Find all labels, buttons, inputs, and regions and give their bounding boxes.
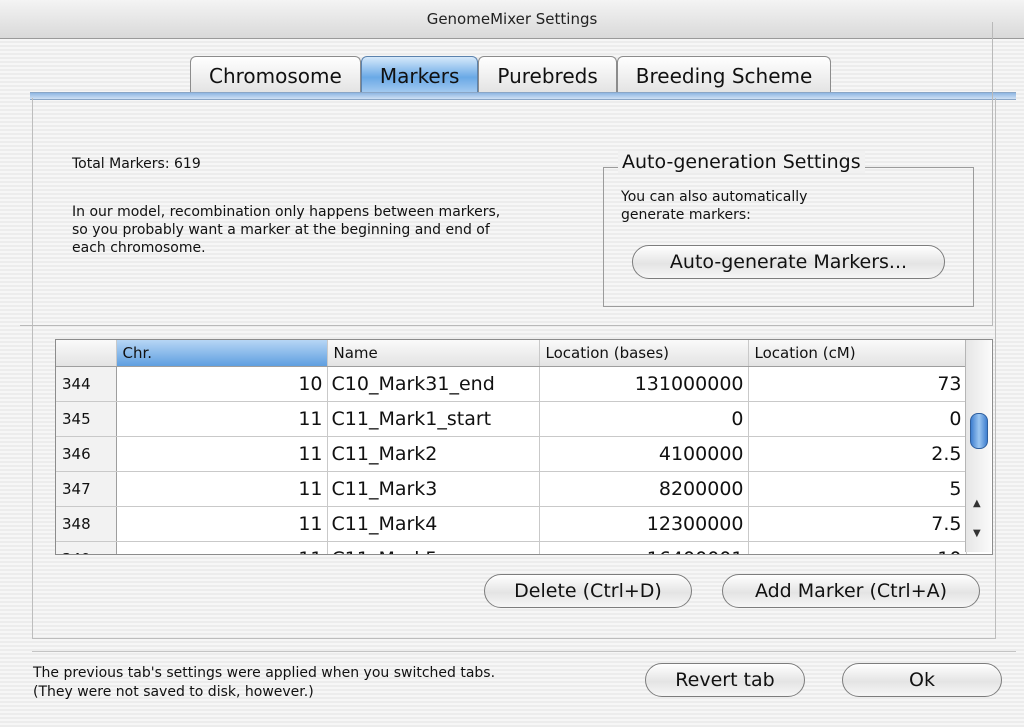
auto-generation-legend: Auto-generation Settings bbox=[618, 151, 865, 173]
auto-generate-markers-button[interactable]: Auto-generate Markers... bbox=[632, 245, 945, 279]
cell-name[interactable]: C11_Mark4 bbox=[327, 506, 540, 542]
cell-location-cm[interactable]: 0 bbox=[748, 401, 967, 437]
footer-message: The previous tab's settings were applied… bbox=[33, 664, 495, 702]
table-row[interactable]: 346 11 C11_Mark2 4100000 2.5 bbox=[56, 436, 967, 472]
cell-location-cm[interactable]: 7.5 bbox=[748, 506, 967, 542]
cell-name[interactable]: C11_Mark1_start bbox=[327, 401, 540, 437]
table-row[interactable]: 345 11 C11_Mark1_start 0 0 bbox=[56, 401, 967, 437]
scroll-down-arrow-icon[interactable]: ▼ bbox=[973, 528, 981, 539]
row-id: 346 bbox=[56, 436, 117, 472]
cell-chr[interactable]: 11 bbox=[116, 471, 328, 507]
explanation-line: In our model, recombination only happens… bbox=[72, 204, 501, 220]
footer-message-line: The previous tab's settings were applied… bbox=[33, 665, 496, 681]
cell-location-cm[interactable]: 2.5 bbox=[748, 436, 967, 472]
row-number-header bbox=[56, 340, 117, 367]
cell-name[interactable]: C11_Mark2 bbox=[327, 436, 540, 472]
markers-grid: Chr. Name Location (bases) Location (cM)… bbox=[56, 340, 967, 554]
scroll-up-arrow-icon[interactable]: ▲ bbox=[973, 498, 981, 509]
cell-name[interactable]: C11_Mark3 bbox=[327, 471, 540, 507]
table-row[interactable]: 347 11 C11_Mark3 8200000 5 bbox=[56, 471, 967, 507]
auto-description-line: You can also automatically bbox=[621, 189, 808, 205]
cell-location-bases[interactable]: 0 bbox=[539, 401, 749, 437]
footer-message-line: (They were not saved to disk, however.) bbox=[33, 684, 314, 700]
row-id: 348 bbox=[56, 506, 117, 542]
cell-location-bases[interactable]: 131000000 bbox=[539, 366, 749, 402]
cell-location-cm[interactable]: 10 bbox=[748, 541, 967, 554]
row-id: 344 bbox=[56, 366, 117, 402]
row-id: 349 bbox=[56, 541, 117, 554]
scrollbar-thumb[interactable] bbox=[970, 413, 988, 449]
row-id: 345 bbox=[56, 401, 117, 437]
explanation-line: each chromosome. bbox=[72, 240, 206, 256]
cell-chr[interactable]: 11 bbox=[116, 541, 328, 554]
auto-generation-description: You can also automatically generate mark… bbox=[621, 188, 807, 224]
cell-name[interactable]: C10_Mark31_end bbox=[327, 366, 540, 402]
delete-marker-button[interactable]: Delete (Ctrl+D) bbox=[484, 574, 692, 608]
cell-location-bases[interactable]: 16400001 bbox=[539, 541, 749, 554]
table-row[interactable]: 344 10 C10_Mark31_end 131000000 73 bbox=[56, 366, 967, 402]
column-header-name[interactable]: Name bbox=[327, 340, 540, 367]
row-id: 347 bbox=[56, 471, 117, 507]
cell-location-cm[interactable]: 5 bbox=[748, 471, 967, 507]
cell-chr[interactable]: 11 bbox=[116, 401, 328, 437]
cell-location-bases[interactable]: 12300000 bbox=[539, 506, 749, 542]
recombination-explanation: In our model, recombination only happens… bbox=[72, 203, 500, 257]
table-vertical-scrollbar[interactable]: ▲ ▼ bbox=[965, 340, 991, 552]
cell-location-bases[interactable]: 8200000 bbox=[539, 471, 749, 507]
footer-divider bbox=[32, 651, 1016, 652]
table-header-row: Chr. Name Location (bases) Location (cM) bbox=[56, 340, 967, 367]
column-header-location-bases[interactable]: Location (bases) bbox=[539, 340, 749, 367]
cell-location-cm[interactable]: 73 bbox=[748, 366, 967, 402]
column-header-chr[interactable]: Chr. bbox=[116, 340, 328, 367]
add-marker-button[interactable]: Add Marker (Ctrl+A) bbox=[722, 574, 980, 608]
total-markers-label: Total Markers: 619 bbox=[72, 156, 201, 172]
explanation-line: so you probably want a marker at the beg… bbox=[72, 222, 490, 238]
cell-chr[interactable]: 11 bbox=[116, 506, 328, 542]
cell-chr[interactable]: 10 bbox=[116, 366, 328, 402]
cell-name[interactable]: C11_Mark5 bbox=[327, 541, 540, 554]
cell-chr[interactable]: 11 bbox=[116, 436, 328, 472]
auto-description-line: generate markers: bbox=[621, 207, 751, 223]
revert-tab-button[interactable]: Revert tab bbox=[645, 663, 805, 697]
cell-location-bases[interactable]: 4100000 bbox=[539, 436, 749, 472]
markers-table: Chr. Name Location (bases) Location (cM)… bbox=[55, 339, 993, 555]
ok-button[interactable]: Ok bbox=[842, 663, 1002, 697]
column-header-location-cm[interactable]: Location (cM) bbox=[748, 340, 967, 367]
table-row[interactable]: 349 11 C11_Mark5 16400001 10 bbox=[56, 541, 967, 554]
table-row[interactable]: 348 11 C11_Mark4 12300000 7.5 bbox=[56, 506, 967, 542]
